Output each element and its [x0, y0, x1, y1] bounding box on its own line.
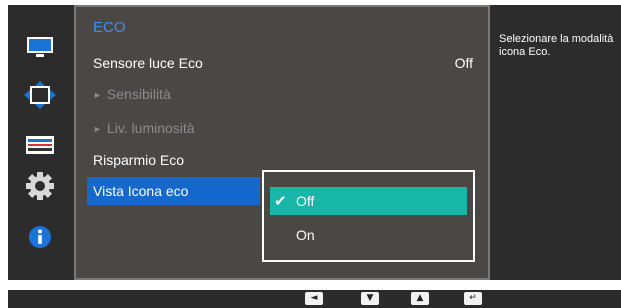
monitor-icon: [27, 37, 53, 57]
eco-icon-dropdown: ✔ Off On: [262, 170, 475, 262]
menu-item-eco-light-sensor[interactable]: Sensore luce Eco: [93, 55, 203, 71]
nav-item-system[interactable]: [21, 131, 59, 159]
eco-light-sensor-value: Off: [454, 55, 473, 71]
menu-item-label: Risparmio Eco: [93, 152, 185, 168]
menu-item-brightness-level: ► Liv. luminosità: [93, 120, 195, 136]
left-arrow-key-icon[interactable]: ◄: [305, 292, 323, 305]
menu-item-label: Liv. luminosità: [106, 120, 195, 136]
osd-window: ECO Sensore luce Eco Off ► Sensibilità ► L…: [8, 5, 621, 280]
dropdown-option-on[interactable]: On: [270, 221, 467, 249]
submenu-arrow-icon: ►: [93, 124, 102, 134]
dropdown-option-off[interactable]: ✔ Off: [270, 187, 467, 215]
up-arrow-key-icon[interactable]: ▲: [411, 292, 429, 305]
menu-item-eco-saving[interactable]: Risparmio Eco: [93, 152, 184, 168]
menu-item-label: Sensibilità: [106, 86, 171, 102]
down-arrow-key-icon[interactable]: ▼: [361, 292, 379, 305]
side-nav: [8, 5, 74, 280]
submenu-arrow-icon: ►: [93, 90, 102, 100]
checkmark-icon: ✔: [274, 193, 287, 210]
enter-key-icon[interactable]: ↵: [464, 292, 482, 305]
eco-menu-panel: ECO Sensore luce Eco Off ► Sensibilità ► L…: [74, 5, 490, 280]
nav-item-picture[interactable]: [21, 33, 59, 61]
control-key-bar: ◄ ▼ ▲ ↵: [8, 290, 621, 308]
nav-item-settings[interactable]: [21, 172, 59, 200]
color-bars-icon: [26, 136, 54, 154]
info-icon: [29, 226, 51, 248]
nav-item-onscreen-display[interactable]: [21, 81, 59, 109]
nav-item-information[interactable]: [21, 223, 59, 251]
menu-title: ECO: [93, 19, 126, 36]
option-label: On: [296, 227, 315, 243]
option-label: Off: [296, 193, 315, 209]
screen-size-arrows-icon: [24, 81, 56, 109]
help-panel: Selezionare la modalità icona Eco.: [490, 5, 621, 280]
menu-item-label: Vista Icona eco: [93, 183, 189, 199]
menu-item-eco-icon-display[interactable]: Vista Icona eco: [87, 177, 260, 205]
gear-icon: [26, 172, 54, 200]
menu-item-label: Sensore luce Eco: [93, 55, 203, 71]
menu-item-sensitivity: ► Sensibilità: [93, 86, 171, 102]
help-text: Selezionare la modalità icona Eco.: [499, 33, 614, 58]
